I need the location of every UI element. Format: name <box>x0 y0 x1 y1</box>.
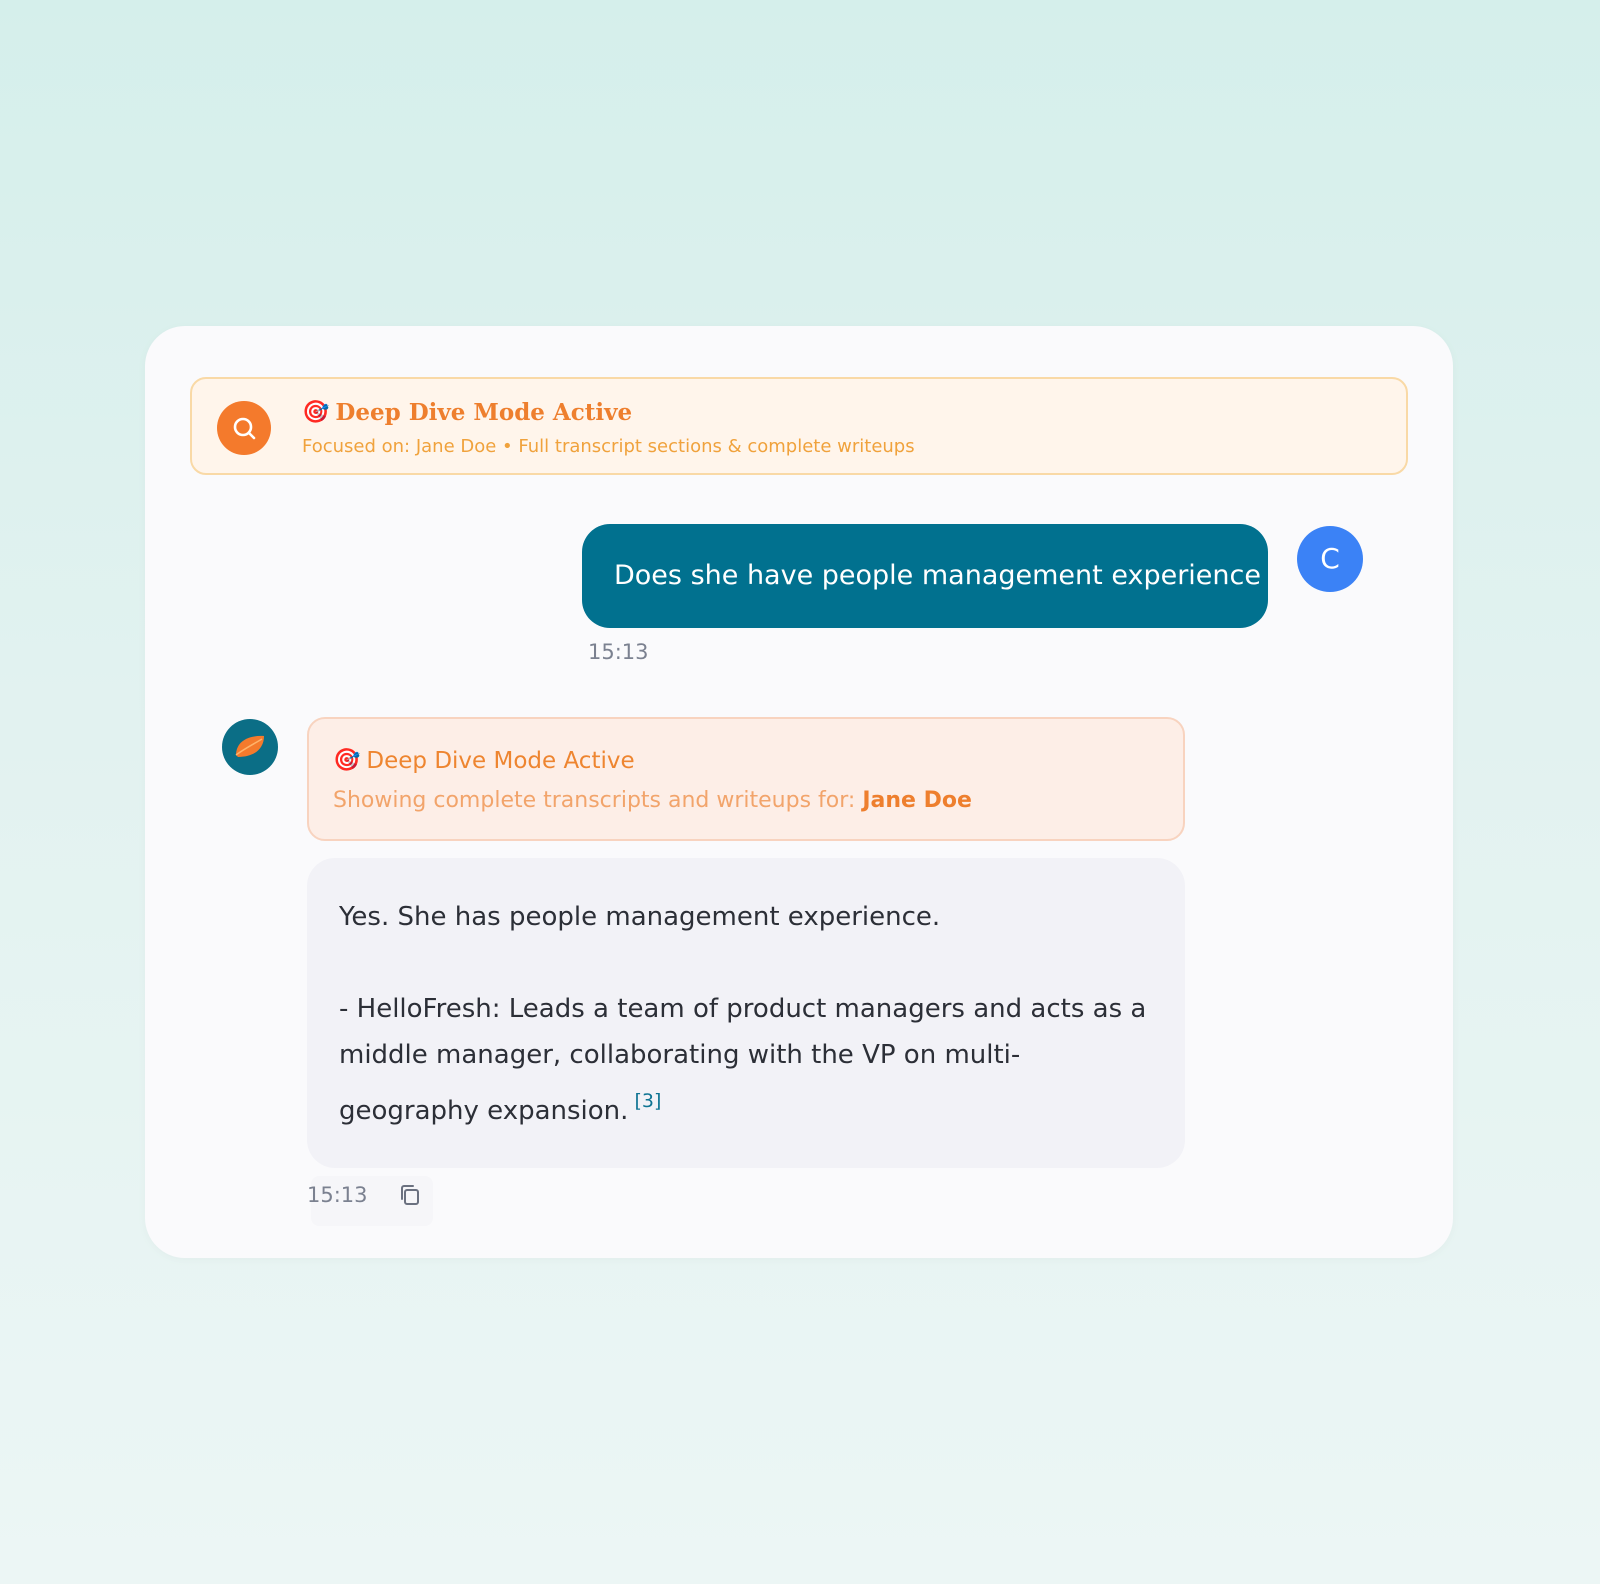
mode-subtitle-name: Jane Doe <box>862 788 972 813</box>
leaf-logo-icon <box>235 735 264 757</box>
chat-panel: 🎯 Deep Dive Mode Active Focused on: Jane… <box>145 326 1453 1258</box>
banner-subtitle: Focused on: Jane Doe • Full transcript s… <box>302 436 915 457</box>
user-message-bubble: Does she have people management experien… <box>582 524 1268 628</box>
user-avatar[interactable]: C <box>1297 526 1363 592</box>
answer-bullet: - HelloFresh: Leads a team of product ma… <box>339 986 1151 1134</box>
assistant-message-bubble: Yes. She has people management experienc… <box>307 858 1185 1168</box>
answer-summary: Yes. She has people management experienc… <box>339 902 941 932</box>
target-icon: 🎯 <box>333 748 361 773</box>
assistant-mode-subtitle: Showing complete transcripts and writeup… <box>333 788 972 813</box>
assistant-avatar <box>222 719 278 775</box>
copy-icon[interactable] <box>397 1182 423 1208</box>
answer-bullet-text: - HelloFresh: Leads a team of product ma… <box>339 994 1147 1126</box>
citation-link[interactable]: [3] <box>634 1090 661 1112</box>
user-message-timestamp: 15:13 <box>588 640 649 664</box>
assistant-message-timestamp: 15:13 <box>307 1183 368 1207</box>
target-icon: 🎯 <box>302 399 330 425</box>
search-icon <box>217 401 271 455</box>
app-frame: 🎯 Deep Dive Mode Active Focused on: Jane… <box>0 0 1600 1584</box>
assistant-mode-title: Deep Dive Mode Active <box>366 748 635 774</box>
banner-title: Deep Dive Mode Active <box>335 399 633 426</box>
deep-dive-banner: 🎯 Deep Dive Mode Active Focused on: Jane… <box>190 377 1408 475</box>
assistant-mode-banner: 🎯 Deep Dive Mode Active Showing complete… <box>307 717 1185 841</box>
mode-subtitle-prefix: Showing complete transcripts and writeup… <box>333 788 863 813</box>
